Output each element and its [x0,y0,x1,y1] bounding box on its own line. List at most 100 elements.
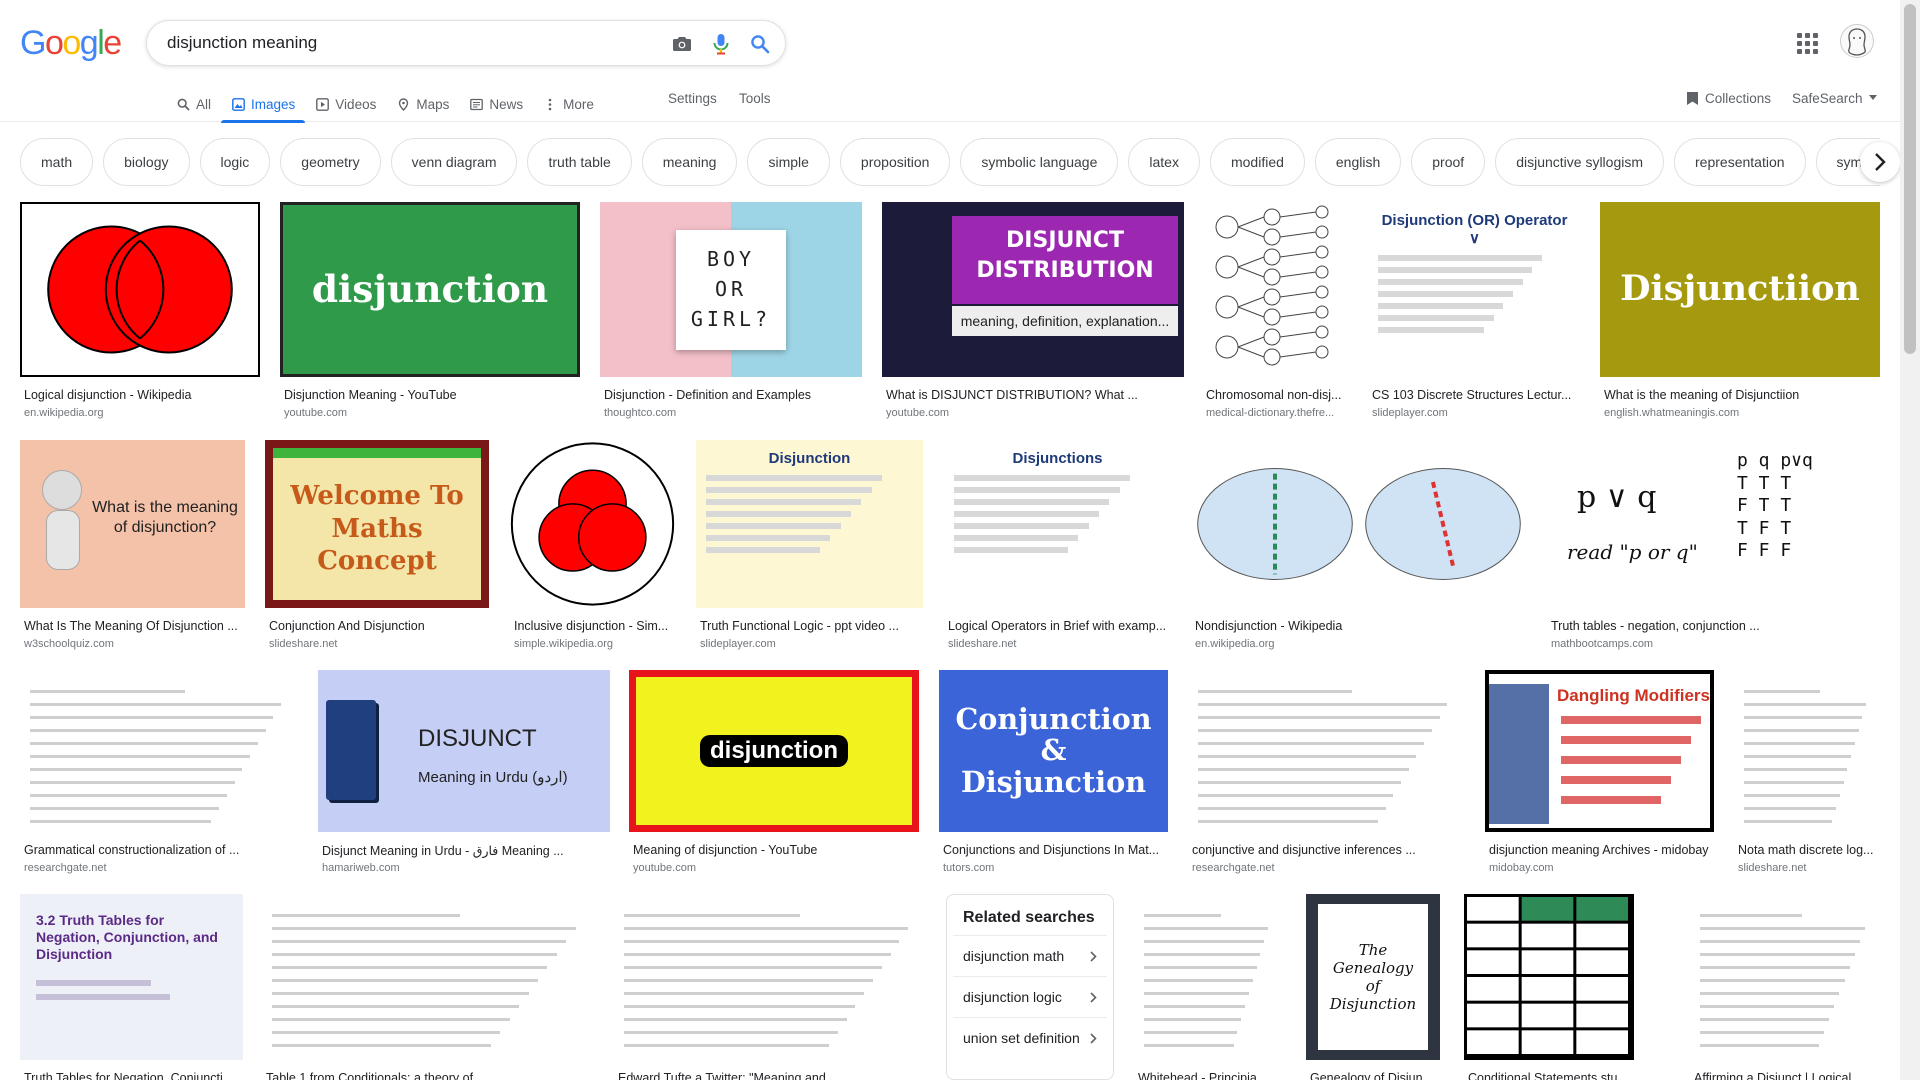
image-result[interactable]: Nota math discrete log... slideshare.net [1734,670,1880,880]
result-thumbnail[interactable] [1191,440,1527,608]
result-thumbnail[interactable] [614,894,927,1060]
refinement-chip[interactable]: english [1314,138,1402,186]
image-result[interactable]: Inclusive disjunction - Sim... simple.wik… [510,440,675,656]
result-title[interactable]: Disjunction - Definition and Examples [604,388,862,402]
result-title[interactable]: Chromosomal non-disj... [1206,388,1350,402]
result-source[interactable]: slideplayer.com [700,638,923,650]
result-title[interactable]: Table 1 from Conditionals: a theory of .… [266,1071,595,1080]
result-title[interactable]: Truth tables - negation, conjunction ... [1551,619,1880,633]
result-title[interactable]: Whitehead - Principia ... [1138,1071,1282,1080]
result-title[interactable]: Nondisjunction - Wikipedia [1195,619,1527,633]
result-source[interactable]: mathbootcamps.com [1551,638,1880,650]
refinement-chip[interactable]: meaning [641,138,738,186]
image-result[interactable]: Welcome To Maths Concept Conjunction And … [265,440,489,656]
microphone-icon[interactable] [708,31,734,57]
refinement-chip[interactable]: proposition [839,138,951,186]
result-thumbnail[interactable] [510,440,675,608]
result-source[interactable]: youtube.com [284,407,580,419]
result-title[interactable]: Grammatical constructionalization of ... [24,843,299,857]
image-result[interactable]: BOY OR GIRL? Disjunction - Definition and E… [600,202,862,425]
image-result[interactable]: disjunction Meaning of disjunction - YouT… [629,670,919,880]
result-title[interactable]: disjunction meaning Archives - midobay [1489,843,1714,857]
result-thumbnail[interactable]: Disjunction [696,440,923,608]
tab-maps[interactable]: Maps [386,86,459,122]
scrollbar-thumb[interactable] [1904,4,1916,354]
refinement-chip[interactable]: disjunctive syllogism [1495,138,1665,186]
related-search-item[interactable]: disjunction math [953,935,1107,976]
result-source[interactable]: thoughtco.com [604,407,862,419]
image-result[interactable]: Disjunction Truth Functional Logic - ppt … [696,440,923,656]
result-title[interactable]: Edward Tufte a Twitter: "Meaning and ... [618,1071,927,1080]
result-source[interactable]: slideshare.net [1738,862,1880,874]
related-search-item[interactable]: disjunction logic [953,976,1107,1017]
image-result[interactable]: DISJUNCT DISTRIBUTION meaning, definition… [882,202,1184,425]
refinement-chip[interactable]: venn diagram [390,138,518,186]
tab-images[interactable]: Images [221,86,306,123]
image-result[interactable]: conjunctive and disjunctive inferences .… [1188,670,1465,880]
result-source[interactable]: hamariweb.com [322,862,610,874]
result-title[interactable]: What is DISJUNCT DISTRIBUTION? What ... [886,388,1184,402]
image-result[interactable]: Conditional Statements study gui... [1464,894,1634,1080]
image-result[interactable]: Disjunctiion What is the meaning of Disju… [1600,202,1880,425]
scrollbar[interactable] [1900,0,1920,1080]
result-title[interactable]: Conjunction And Disjunction [269,619,489,633]
image-result[interactable]: DISJUNCT Meaning in Urdu (اردو) Disjunct M… [318,670,610,880]
result-thumbnail[interactable]: Welcome To Maths Concept [265,440,489,608]
chips-next-button[interactable] [1860,142,1900,182]
tab-news[interactable]: News [459,86,533,122]
search-input[interactable] [167,31,617,55]
result-source[interactable]: slideplayer.com [1372,407,1581,419]
result-source[interactable]: english.whatmeaningis.com [1604,407,1880,419]
image-result[interactable]: Nondisjunction - Wikipedia en.wikipedia.o… [1191,440,1527,656]
result-title[interactable]: Logical disjunction - Wikipedia [24,388,260,402]
image-result[interactable]: disjunction Disjunction Meaning - YouTube… [280,202,580,425]
image-result[interactable]: Conjunction & Disjunction Conjunctions an… [939,670,1168,880]
result-thumbnail[interactable]: p ∨ q read "p or q" p q p∨q T T TF T TT F T… [1547,440,1880,608]
image-result[interactable]: Edward Tufte a Twitter: "Meaning and ... [614,894,927,1080]
image-result[interactable]: Dangling Modifiers disjunction meaning Ar… [1485,670,1714,880]
result-thumbnail[interactable]: disjunction [629,670,919,832]
result-source[interactable]: tutors.com [943,862,1168,874]
result-thumbnail[interactable] [1734,670,1880,832]
image-result[interactable]: Disjunction (OR) Operator ∨ CS 103 Discre… [1368,202,1581,425]
result-source[interactable]: slideshare.net [269,638,489,650]
refinement-chip[interactable]: proof [1411,138,1486,186]
result-thumbnail[interactable]: 3.2 Truth Tables for Negation, Conjuncti… [20,894,243,1060]
tab-all[interactable]: All [166,86,221,122]
result-thumbnail[interactable]: What is the meaning of disjunction? [20,440,245,608]
result-title[interactable]: conjunctive and disjunctive inferences .… [1192,843,1465,857]
result-thumbnail[interactable] [1464,894,1634,1060]
result-source[interactable]: slideshare.net [948,638,1171,650]
refinement-chip[interactable]: truth table [527,138,632,186]
result-title[interactable]: Disjunct Meaning in Urdu - فارق Meaning … [322,843,610,858]
refinement-chip[interactable]: biology [103,138,190,186]
result-title[interactable]: Logical Operators in Brief with examp... [948,619,1171,633]
tools-button[interactable]: Tools [739,88,771,108]
result-source[interactable]: w3schoolquiz.com [24,638,245,650]
result-thumbnail[interactable] [1690,894,1880,1060]
result-source[interactable]: midobay.com [1489,862,1714,874]
tab-more[interactable]: More [533,86,604,122]
search-box[interactable] [146,20,786,66]
result-source[interactable]: youtube.com [633,862,919,874]
result-source[interactable]: simple.wikipedia.org [514,638,675,650]
result-source[interactable]: researchgate.net [1192,862,1465,874]
result-title[interactable]: Nota math discrete log... [1738,843,1880,857]
result-thumbnail[interactable]: DISJUNCT Meaning in Urdu (اردو) [318,670,610,832]
refinement-chip[interactable]: symbolic language [960,138,1119,186]
tab-videos[interactable]: Videos [305,86,386,122]
image-result[interactable]: Grammatical constructionalization of ...… [20,670,299,880]
result-title[interactable]: Inclusive disjunction - Sim... [514,619,675,633]
image-result[interactable]: 3.2 Truth Tables for Negation, Conjuncti… [20,894,243,1080]
result-source[interactable]: en.wikipedia.org [1195,638,1527,650]
result-title[interactable]: Genealogy of Disjuncti... [1310,1071,1440,1080]
result-thumbnail[interactable] [20,202,260,377]
image-result[interactable]: Chromosomal non-disj... medical-dictionar… [1202,202,1350,425]
google-logo[interactable]: Google [20,24,122,63]
result-thumbnail[interactable] [20,670,299,832]
result-title[interactable]: Conjunctions and Disjunctions In Mat... [943,843,1168,857]
result-title[interactable]: CS 103 Discrete Structures Lectur... [1372,388,1581,402]
result-thumbnail[interactable] [1202,202,1350,377]
image-result[interactable]: Logical disjunction - Wikipedia en.wikipe… [20,202,260,425]
collections-button[interactable]: Collections [1686,88,1771,108]
